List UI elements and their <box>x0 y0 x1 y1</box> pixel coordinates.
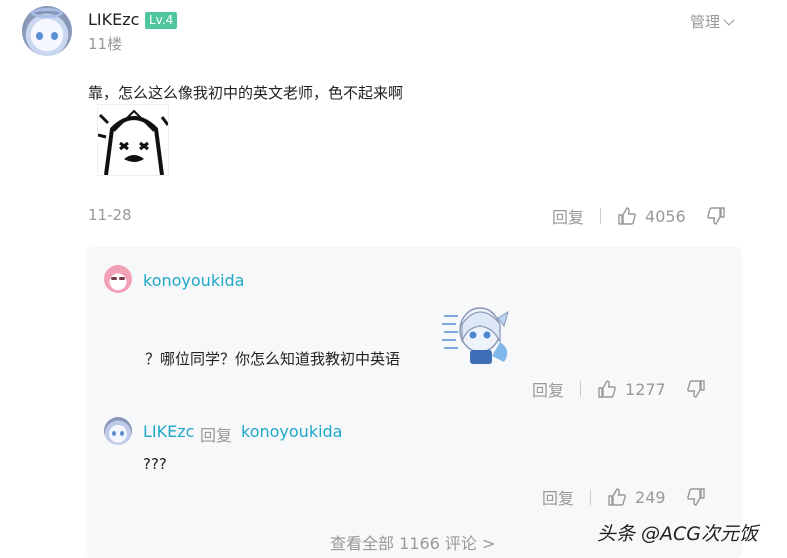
chevron-down-icon <box>723 13 735 26</box>
chibi-sticker-image[interactable] <box>442 302 514 366</box>
reply-actions: 回复 1277 <box>532 377 706 401</box>
reply-avatar[interactable] <box>104 265 132 293</box>
reply-username[interactable]: konoyoukida <box>143 271 244 290</box>
comment-actions: 回复 4056 <box>552 204 726 228</box>
reply-to-word: 回复 <box>200 426 233 445</box>
divider <box>590 489 592 505</box>
level-badge: Lv.4 <box>145 12 178 29</box>
thumbs-up-icon[interactable] <box>617 206 637 226</box>
comment-date: 11-28 <box>88 206 132 224</box>
manage-label: 管理 <box>690 13 721 31</box>
reply-button[interactable]: 回复 <box>532 377 564 401</box>
reply-text: ??? <box>143 455 167 473</box>
comment-username[interactable]: LIKEzc <box>88 10 139 29</box>
reply-button[interactable]: 回复 <box>542 485 574 509</box>
reply-actions: 回复 249 <box>542 485 706 509</box>
reply-to-username[interactable]: konoyoukida <box>241 422 342 441</box>
thumbs-up-icon[interactable] <box>607 487 627 507</box>
thumbs-up-icon[interactable] <box>597 379 617 399</box>
divider <box>600 208 602 224</box>
reply-avatar[interactable] <box>104 417 132 445</box>
sticker-image[interactable] <box>97 104 169 176</box>
reply-username[interactable]: LIKEzc <box>143 422 194 441</box>
replies-panel <box>86 247 742 558</box>
manage-dropdown[interactable]: 管理 <box>690 11 735 32</box>
like-count: 1277 <box>625 379 666 399</box>
comment-content: 靠，怎么这么像我初中的英文老师，色不起来啊 <box>88 84 404 102</box>
like-count: 4056 <box>645 206 686 226</box>
thumbs-down-icon[interactable] <box>686 379 706 399</box>
reply-text: ？哪位同学？你怎么知道我教初中英语 <box>145 350 401 368</box>
divider <box>580 381 582 397</box>
thumbs-down-icon[interactable] <box>686 487 706 507</box>
watermark: 头条 @ACG次元饭 <box>597 523 759 545</box>
like-count: 249 <box>635 487 666 507</box>
user-avatar[interactable] <box>22 6 72 56</box>
floor-number: 11楼 <box>88 35 123 53</box>
thumbs-down-icon[interactable] <box>706 206 726 226</box>
view-all-comments-link[interactable]: 查看全部 1166 评论 > <box>330 530 495 554</box>
reply-button[interactable]: 回复 <box>552 204 584 228</box>
